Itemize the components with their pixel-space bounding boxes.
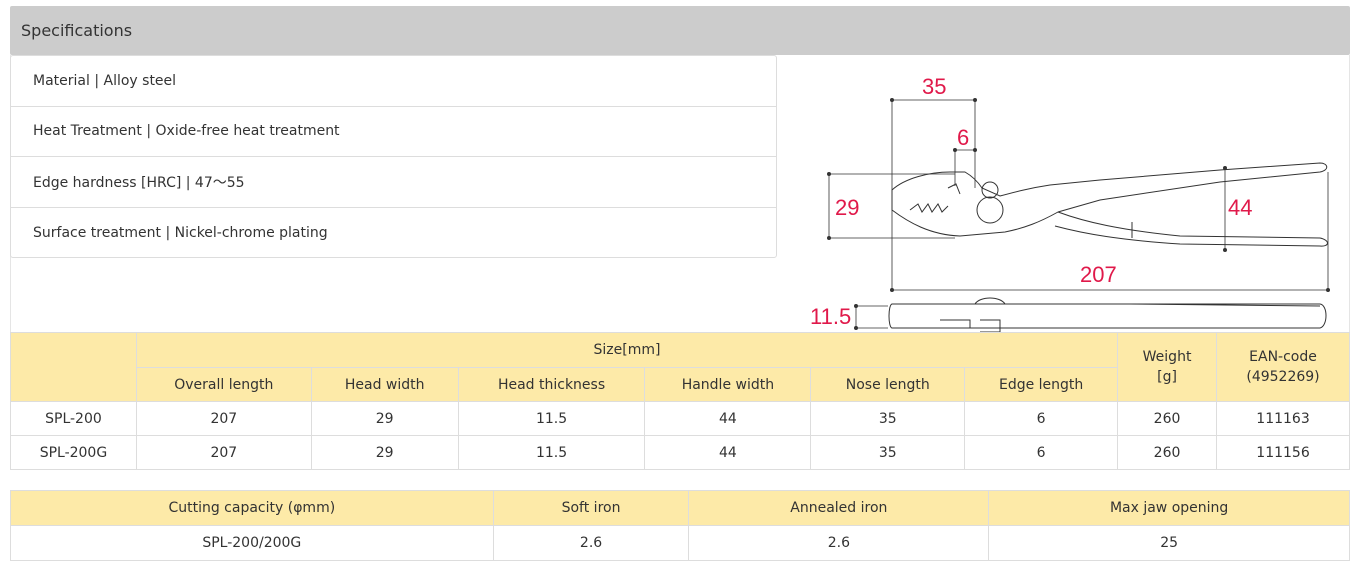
dim-label-head-width: 29 xyxy=(835,195,859,220)
ean-header-line2: (4952269) xyxy=(1246,369,1320,385)
cutting-capacity-table: Cutting capacity (φmm) Soft iron Anneale… xyxy=(10,490,1350,561)
frame-border-right xyxy=(1349,55,1350,333)
table-cell: 207 xyxy=(135,435,312,470)
table-cell: 25 xyxy=(988,525,1350,561)
table-cell: 207 xyxy=(135,401,312,436)
spec-item-heat-treatment: Heat Treatment | Oxide-free heat treatme… xyxy=(11,107,776,157)
spec-item-edge-hardness: Edge hardness [HRC] | 47～55 xyxy=(11,157,776,208)
table-cell: 29 xyxy=(310,401,459,436)
section-title: Specifications xyxy=(21,21,133,40)
dim-label-overall-length: 207 xyxy=(1080,262,1117,287)
table-cell: 2.6 xyxy=(688,525,990,561)
spec-item-surface-treatment: Surface treatment | Nickel-chrome platin… xyxy=(33,224,328,241)
col-header-head-thickness: Head thickness xyxy=(457,367,646,402)
specifications-header: Specifications xyxy=(10,6,1350,55)
size-group-header: Size[mm] xyxy=(135,332,1119,368)
ean-cell: 111163 xyxy=(1216,401,1350,436)
table-row: SPL-200/200G 2.6 2.6 25 xyxy=(10,525,1350,561)
dim-label-head-thickness: 11.5 xyxy=(810,304,851,329)
model-cell: SPL-200 xyxy=(10,401,137,436)
dim-label-handle-width: 44 xyxy=(1228,195,1252,220)
col-header-head-width: Head width xyxy=(310,367,459,402)
table-cell: 35 xyxy=(810,401,966,436)
col-header-annealed-iron: Annealed iron xyxy=(688,490,990,526)
table-cell: 6 xyxy=(964,435,1119,470)
weight-header-line1: Weight xyxy=(1142,349,1192,365)
col-header-max-jaw-opening: Max jaw opening xyxy=(988,490,1350,526)
weight-header: Weight [g] xyxy=(1117,332,1218,402)
ean-header: EAN-code (4952269) xyxy=(1216,332,1350,402)
pliers-dimension-diagram: 35 6 29 44 207 11.5 xyxy=(810,74,1330,333)
dimension-lines xyxy=(828,99,1329,329)
table-cell: 44 xyxy=(644,435,812,470)
table-cell: 29 xyxy=(310,435,459,470)
col-header-soft-iron: Soft iron xyxy=(492,490,690,526)
table-cell: SPL-200/200G xyxy=(10,525,494,561)
col-header-cutting-capacity: Cutting capacity (φmm) xyxy=(10,490,494,526)
table-cell: 6 xyxy=(964,401,1119,436)
weight-cell: 260 xyxy=(1117,401,1218,436)
table-cell: 35 xyxy=(810,435,966,470)
dimension-dots xyxy=(827,98,1330,330)
table-cell: 44 xyxy=(644,401,812,436)
col-header-edge-length: Edge length xyxy=(964,367,1119,402)
model-header-cell xyxy=(10,332,137,402)
table-cell: 11.5 xyxy=(457,435,646,470)
model-cell: SPL-200G xyxy=(10,435,137,470)
spec-item-material: Material | Alloy steel xyxy=(11,56,776,107)
pliers-top-view xyxy=(891,162,1328,247)
table-row: SPL-200G 207 29 11.5 44 35 6 260 111156 xyxy=(10,435,1350,470)
col-header-handle-width: Handle width xyxy=(644,367,812,402)
weight-header-line2: [g] xyxy=(1157,369,1177,385)
dim-label-edge-length: 6 xyxy=(957,125,969,150)
pliers-side-view xyxy=(888,297,1327,333)
spec-list: Material | Alloy steel Heat Treatment | … xyxy=(10,55,777,258)
ean-cell: 111156 xyxy=(1216,435,1350,470)
table-cell: 11.5 xyxy=(457,401,646,436)
ean-header-line1: EAN-code xyxy=(1249,349,1317,365)
col-header-nose-length: Nose length xyxy=(810,367,966,402)
table-cell: 2.6 xyxy=(492,525,690,561)
table-row: SPL-200 207 29 11.5 44 35 6 260 111163 xyxy=(10,401,1350,436)
size-table: Size[mm] Weight [g] EAN-code (4952269) O… xyxy=(10,332,1350,470)
weight-cell: 260 xyxy=(1117,435,1218,470)
dim-label-nose-length: 35 xyxy=(922,74,946,99)
col-header-overall-length: Overall length xyxy=(135,367,312,402)
